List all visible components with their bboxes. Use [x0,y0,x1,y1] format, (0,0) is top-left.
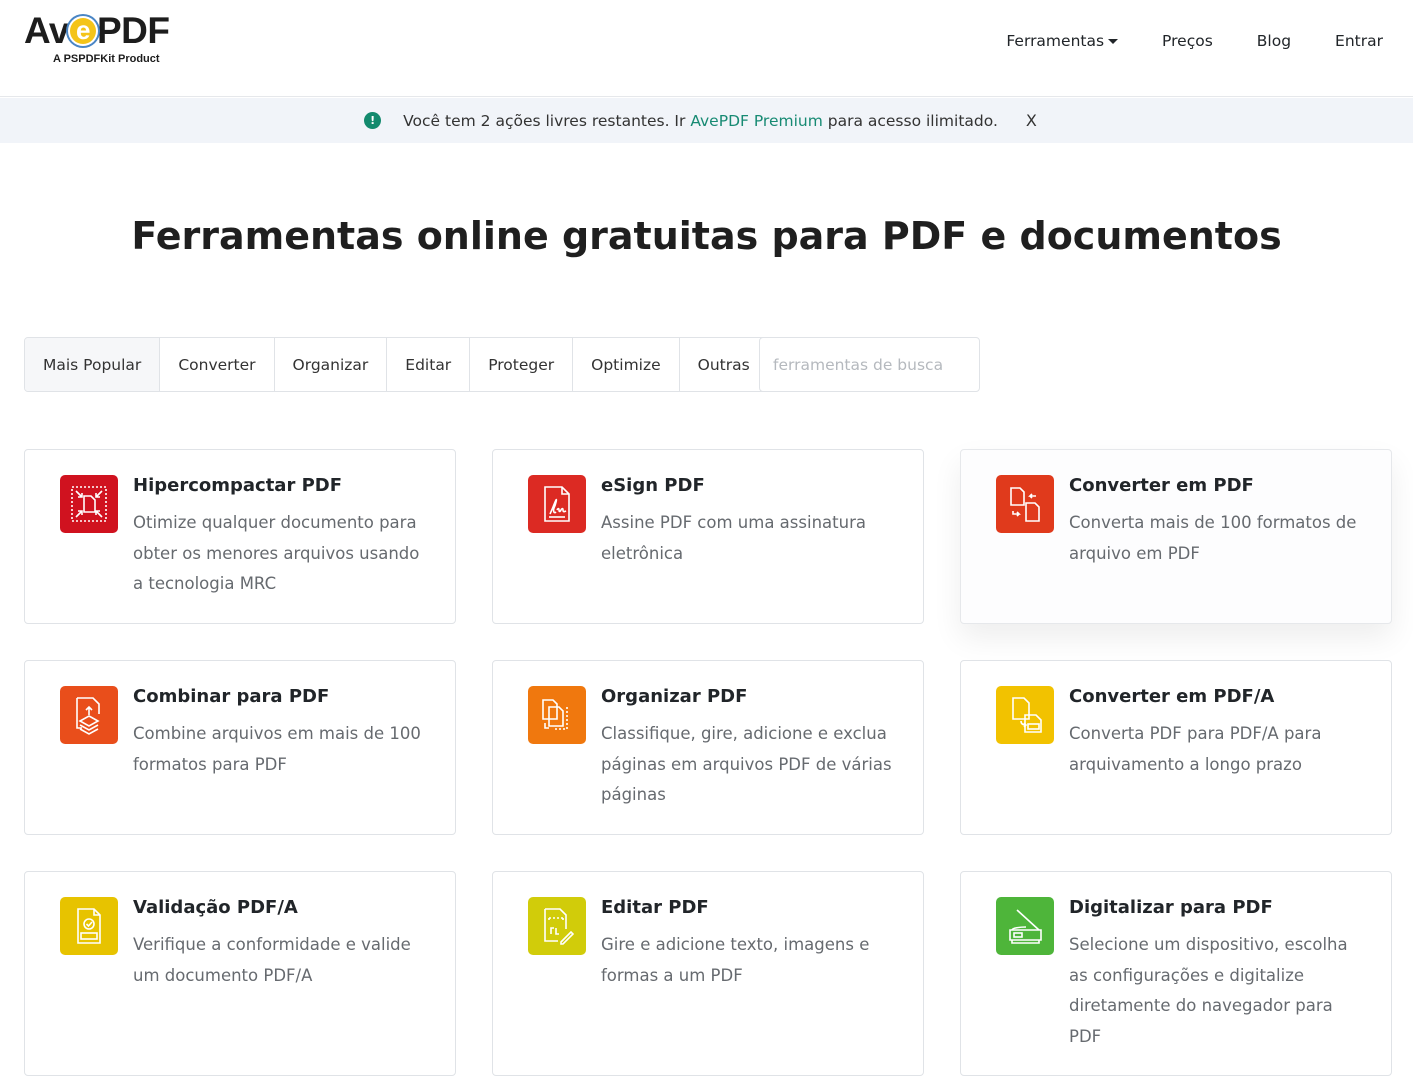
tab-optimize[interactable]: Optimize [573,338,680,391]
tool-title: Editar PDF [601,897,709,918]
tab-organizar[interactable]: Organizar [275,338,388,391]
tool-description: Assine PDF com uma assinatura eletrônica [601,513,866,563]
tool-description: Converta mais de 100 formatos de arquivo… [1069,513,1357,563]
tool-search-input[interactable] [759,337,980,392]
banner-text-before: Você tem 2 ações livres restantes. Ir [403,111,691,130]
tool-title: Combinar para PDF [133,686,330,707]
tool-card-esign[interactable]: eSign PDF Assine PDF com uma assinatura … [492,449,924,624]
tool-card-validacao-pdfa[interactable]: Validação PDF/A Verifique a conformidade… [24,871,456,1076]
logo-tagline: A PSPDFKit Product [53,53,160,65]
pdfa-validate-icon [60,897,118,955]
tab-mais-popular[interactable]: Mais Popular [25,338,161,391]
banner-text: Você tem 2 ações livres restantes. Ir Av… [403,112,998,130]
tool-card-converter-em-pdf[interactable]: Converter em PDF Converta mais de 100 fo… [960,449,1392,624]
tool-title: Organizar PDF [601,686,748,707]
banner-text-after: para acesso ilimitado. [822,111,998,130]
nav-entrar[interactable]: Entrar [1291,30,1383,52]
tool-title: Converter em PDF [1069,475,1254,496]
page-title: Ferramentas online gratuitas para PDF e … [131,214,1282,258]
tool-description: Verifique a conformidade e valide um doc… [133,935,411,985]
nav-precos[interactable]: Preços [1118,30,1213,52]
tool-title: Validação PDF/A [133,897,298,918]
main-nav: Ferramentas Preços Blog Entrar [962,30,1383,52]
pdfa-convert-icon [996,686,1054,744]
tool-card-hipercompactar[interactable]: Hipercompactar PDF Otimize qualquer docu… [24,449,456,624]
free-actions-banner: ! Você tem 2 ações livres restantes. Ir … [0,98,1413,143]
tool-card-combinar[interactable]: Combinar para PDF Combine arquivos em ma… [24,660,456,835]
edit-icon [528,897,586,955]
logo-e-emblem: e [69,17,96,44]
tab-outras[interactable]: Outras [680,338,768,391]
close-icon[interactable]: X [1026,111,1037,130]
category-tabs: Mais Popular Converter Organizar Editar … [24,337,769,392]
avepdf-logo[interactable]: Av e PDF A PSPDFKit Product [24,12,174,68]
organize-icon [528,686,586,744]
tool-description: Combine arquivos em mais de 100 formatos… [133,724,421,774]
tool-card-converter-pdfa[interactable]: Converter em PDF/A Converta PDF para PDF… [960,660,1392,835]
tool-description: Otimize qualquer documento para obter os… [133,513,420,593]
scanner-icon [996,897,1054,955]
tool-title: Digitalizar para PDF [1069,897,1273,918]
nav-ferramentas[interactable]: Ferramentas [962,30,1119,52]
caret-down-icon [1108,38,1119,44]
tab-converter[interactable]: Converter [160,338,275,391]
combine-icon [60,686,118,744]
nav-blog[interactable]: Blog [1213,30,1291,52]
nav-ferramentas-label: Ferramentas [1006,32,1105,50]
site-header: Av e PDF A PSPDFKit Product Ferramentas Pr… [0,0,1413,97]
tool-card-digitalizar[interactable]: Digitalizar para PDF Selecione um dispos… [960,871,1392,1076]
tool-title: eSign PDF [601,475,705,496]
convert-icon [996,475,1054,533]
signature-icon [528,475,586,533]
tool-card-editar[interactable]: Editar PDF Gire e adicione texto, imagen… [492,871,924,1076]
compress-icon [60,475,118,533]
tool-description: Gire e adicione texto, imagens e formas … [601,935,870,985]
tool-card-organizar[interactable]: Organizar PDF Classifique, gire, adicion… [492,660,924,835]
tool-title: Converter em PDF/A [1069,686,1275,707]
exclamation-circle-icon: ! [364,112,382,129]
logo-text-suffix: PDF [96,10,170,51]
tool-description: Converta PDF para PDF/A para arquivament… [1069,724,1322,774]
tab-editar[interactable]: Editar [387,338,471,391]
logo-text-prefix: Av [24,10,69,51]
tab-proteger[interactable]: Proteger [470,338,574,391]
tool-description: Selecione um dispositivo, escolha as con… [1069,935,1348,1046]
premium-link[interactable]: AvePDF Premium [690,112,823,130]
tool-title: Hipercompactar PDF [133,475,343,496]
tool-description: Classifique, gire, adicione e exclua pág… [601,724,892,804]
